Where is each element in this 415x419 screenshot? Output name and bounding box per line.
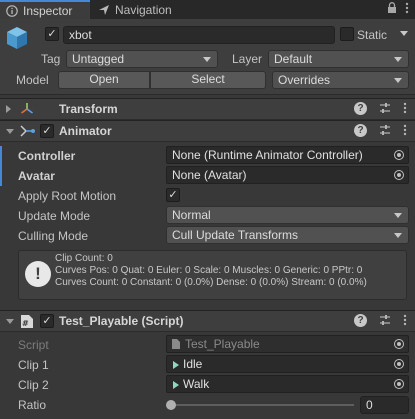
select-button[interactable]: Select	[150, 71, 266, 89]
tag-dropdown[interactable]: Untagged	[66, 50, 218, 68]
chevron-down-icon	[394, 213, 402, 218]
culling-mode-label: Culling Mode	[18, 229, 89, 243]
kebab-menu-icon[interactable]	[403, 124, 407, 139]
script-enabled-checkbox[interactable]: ✓	[40, 314, 54, 328]
transform-title: Transform	[59, 102, 118, 116]
avatar-value: None (Avatar)	[172, 168, 247, 182]
clip2-value: Walk	[183, 377, 210, 391]
info-line: Clip Count: 0	[55, 253, 113, 264]
tab-navigation-label: Navigation	[115, 2, 172, 17]
svg-text:#: #	[22, 319, 29, 328]
script-value: Test_Playable	[185, 337, 260, 351]
animator-enabled-checkbox[interactable]: ✓	[40, 124, 54, 138]
clip2-field[interactable]: Walk	[166, 375, 409, 393]
clip1-field[interactable]: Idle	[166, 355, 409, 373]
apply-root-motion-label: Apply Root Motion	[18, 189, 117, 203]
tab-navigation[interactable]: Navigation	[92, 0, 192, 19]
animator-title: Animator	[59, 124, 112, 138]
modified-indicator	[0, 146, 2, 186]
static-dropdown-arrow-icon[interactable]	[400, 31, 408, 36]
object-picker-icon[interactable]	[394, 379, 404, 389]
kebab-menu-icon[interactable]	[403, 314, 407, 329]
animation-clip-icon	[172, 359, 180, 372]
culling-mode-dropdown[interactable]: Cull Update Transforms	[166, 226, 409, 244]
update-mode-value: Normal	[172, 208, 211, 222]
controller-field[interactable]: None (Runtime Animator Controller)	[166, 146, 409, 164]
clip1-value: Idle	[183, 357, 203, 371]
presets-icon[interactable]	[379, 124, 391, 139]
layer-dropdown[interactable]: Default	[268, 50, 409, 68]
presets-icon[interactable]	[379, 314, 391, 329]
info-icon: !	[25, 261, 51, 287]
model-label: Model	[16, 73, 49, 87]
presets-icon[interactable]	[379, 102, 391, 117]
ratio-label: Ratio	[18, 398, 47, 412]
chevron-down-icon	[394, 78, 402, 83]
controller-label: Controller	[18, 149, 76, 163]
object-picker-icon[interactable]	[394, 170, 404, 180]
layer-value: Default	[274, 52, 313, 66]
overrides-value: Overrides	[278, 73, 331, 87]
foldout-open-icon[interactable]	[6, 129, 14, 134]
ratio-slider-thumb[interactable]	[166, 400, 176, 410]
object-picker-icon[interactable]	[394, 150, 404, 160]
controller-value: None (Runtime Animator Controller)	[172, 148, 363, 162]
help-icon[interactable]: ?	[354, 124, 367, 137]
animator-info-box: ! Clip Count: 0 Curves Pos: 0 Quat: 0 Eu…	[18, 250, 407, 300]
clip1-label: Clip 1	[18, 358, 49, 372]
avatar-field[interactable]: None (Avatar)	[166, 166, 409, 184]
animator-icon	[20, 124, 36, 141]
chevron-down-icon	[394, 233, 402, 238]
culling-mode-value: Cull Update Transforms	[172, 228, 299, 242]
avatar-label: Avatar	[18, 169, 55, 183]
tab-inspector[interactable]: Inspector	[0, 0, 90, 19]
tab-bar: Inspector Navigation	[0, 0, 415, 19]
tab-inspector-label: Inspector	[23, 3, 73, 18]
csharp-file-icon	[171, 338, 181, 352]
compass-icon	[98, 4, 110, 16]
layer-label: Layer	[232, 52, 263, 66]
tag-label: Tag	[41, 52, 61, 66]
info-icon	[6, 4, 18, 17]
help-icon[interactable]: ?	[354, 102, 367, 115]
ratio-slider-track[interactable]	[171, 404, 354, 406]
script-label: Script	[18, 338, 49, 352]
clip2-label: Clip 2	[18, 378, 49, 392]
animation-clip-icon	[172, 379, 180, 392]
open-button[interactable]: Open	[58, 71, 150, 89]
update-mode-label: Update Mode	[18, 209, 91, 223]
foldout-open-icon[interactable]	[6, 319, 14, 324]
info-line: Curves Count: 0 Constant: 0 (0.0%) Dense…	[55, 277, 367, 288]
ratio-value-field[interactable]: 0	[360, 396, 409, 414]
info-line: Curves Pos: 0 Quat: 0 Euler: 0 Scale: 0 …	[55, 265, 363, 276]
help-icon[interactable]: ?	[354, 314, 367, 327]
chevron-down-icon	[203, 57, 211, 62]
transform-component-header[interactable]: Transform ?	[0, 98, 415, 120]
static-checkbox[interactable]	[340, 27, 354, 41]
script-field: Test_Playable	[166, 335, 409, 353]
object-picker-icon[interactable]	[394, 359, 404, 369]
tag-value: Untagged	[72, 52, 125, 66]
static-label: Static	[357, 28, 388, 42]
script-component-header[interactable]: # ✓ Test_Playable (Script) ?	[0, 310, 415, 332]
kebab-menu-icon[interactable]	[405, 2, 409, 17]
prefab-cube-icon	[6, 26, 28, 49]
gameobject-name-field[interactable]: xbot	[63, 26, 335, 44]
script-title: Test_Playable (Script)	[59, 314, 184, 328]
apply-root-motion-checkbox[interactable]: ✓	[166, 188, 180, 202]
lock-icon[interactable]	[387, 2, 397, 17]
animator-component-header[interactable]: ✓ Animator ?	[0, 120, 415, 142]
csharp-script-icon: #	[20, 314, 34, 332]
object-picker-icon	[394, 339, 404, 349]
foldout-closed-icon[interactable]	[6, 105, 11, 113]
update-mode-dropdown[interactable]: Normal	[166, 206, 409, 224]
transform-icon	[20, 102, 34, 119]
active-checkbox[interactable]: ✓	[45, 27, 59, 41]
gameobject-header: ✓ xbot Static Tag Untagged Layer Default…	[0, 19, 415, 95]
overrides-dropdown[interactable]: Overrides	[272, 71, 409, 89]
chevron-down-icon	[394, 57, 402, 62]
kebab-menu-icon[interactable]	[403, 102, 407, 117]
